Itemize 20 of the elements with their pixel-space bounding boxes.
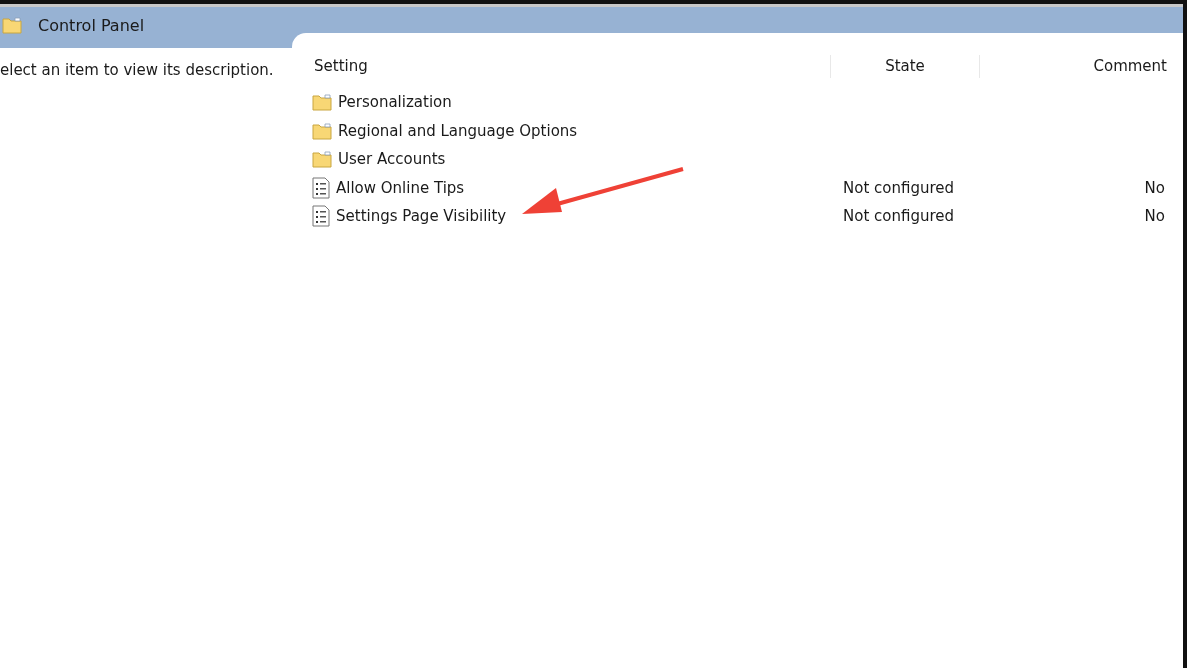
comment-cell: No (1144, 207, 1165, 225)
state-cell: Not configured (843, 207, 955, 225)
setting-name[interactable]: Regional and Language Options (338, 119, 578, 142)
comment-cell: No (1144, 178, 1165, 197)
state-cell: Not configured (843, 178, 955, 197)
document-list-icon (312, 205, 330, 228)
column-header[interactable]: Setting (312, 55, 830, 78)
column-header[interactable]: Comment (980, 55, 1167, 78)
setting-name[interactable]: Personalization (338, 91, 452, 114)
column-header[interactable]: State (830, 55, 980, 78)
folder-icon (2, 16, 22, 34)
header-title: Control Panel (38, 16, 145, 36)
document-list-icon (312, 176, 330, 199)
description-text: elect an item to view its description. (0, 61, 274, 79)
setting-name[interactable]: Allow Online Tips (336, 176, 465, 199)
folder-icon (312, 121, 332, 140)
folder-icon (312, 150, 332, 169)
folder-icon (312, 93, 332, 112)
setting-name[interactable]: Settings Page Visibility (336, 205, 507, 228)
setting-name[interactable]: User Accounts (338, 148, 446, 171)
